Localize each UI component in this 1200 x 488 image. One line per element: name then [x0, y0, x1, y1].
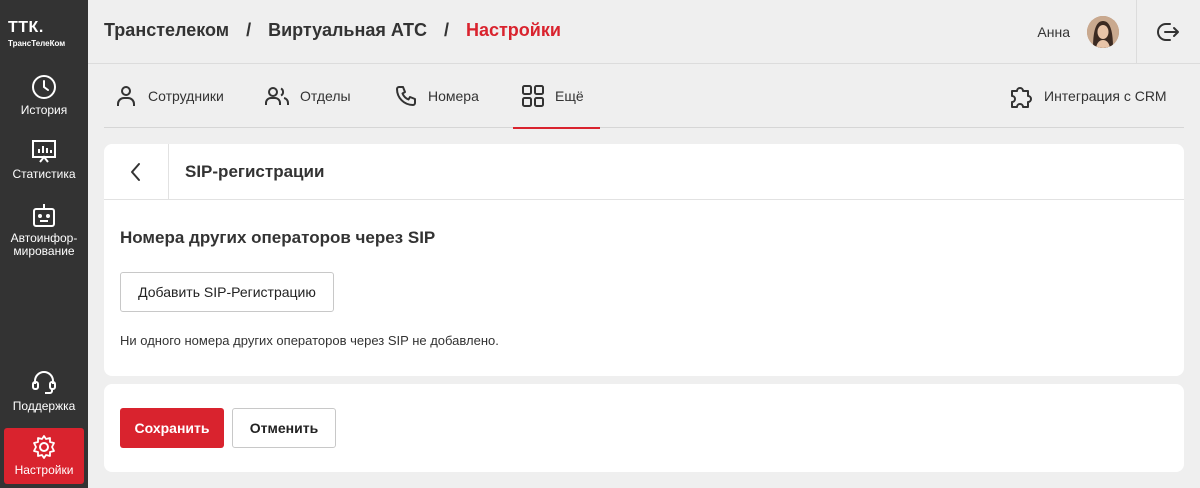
user-icon	[117, 86, 135, 106]
top-header: Транстелеком / Виртуальная АТС / Настрой…	[88, 0, 1200, 64]
robot-icon	[33, 204, 55, 227]
tab-employees[interactable]: Сотрудники	[114, 64, 224, 128]
tab-label: Отделы	[300, 88, 351, 104]
breadcrumb-separator: /	[443, 20, 449, 40]
avatar[interactable]	[1087, 16, 1119, 48]
empty-state-text: Ни одного номера других операторов через…	[120, 333, 499, 348]
sidebar-item-label: Поддержка	[12, 399, 76, 413]
breadcrumb-current: Настройки	[465, 20, 561, 40]
label-line: мирование	[13, 244, 75, 258]
section-title: Номера других операторов через SIP	[120, 228, 436, 247]
label-line: Автоинфор-	[10, 231, 78, 245]
sidebar-item-autoinform[interactable]: Автоинфор- мирование	[4, 202, 84, 258]
sip-registrations-panel: SIP-регистрации Номера других операторов…	[104, 144, 1184, 376]
sidebar-item-settings[interactable]: Настройки	[4, 428, 84, 484]
sidebar: ТТК. ТрансТелеКом История Статистика Авт…	[0, 0, 88, 488]
tab-numbers[interactable]: Номера	[394, 64, 479, 128]
panel-header: SIP-регистрации	[104, 144, 1184, 200]
logo-main-text: ТТК.	[8, 19, 44, 36]
tab-label: Сотрудники	[148, 88, 224, 104]
gear-icon	[33, 435, 55, 459]
logout-icon[interactable]	[1156, 20, 1180, 44]
tab-crm-integration[interactable]: Интеграция с CRM	[1008, 64, 1167, 128]
phone-icon	[396, 86, 416, 106]
users-icon	[265, 87, 289, 105]
breadcrumb-item[interactable]: Виртуальная АТС	[268, 20, 427, 41]
ttk-logo: ТТК. ТрансТелеКом	[8, 20, 82, 49]
add-sip-registration-button[interactable]: Добавить SIP-Регистрацию	[120, 272, 334, 312]
sidebar-item-label: История	[20, 103, 68, 117]
back-button[interactable]	[104, 144, 169, 200]
puzzle-icon	[1011, 87, 1032, 108]
chevron-left-icon	[131, 163, 140, 181]
breadcrumb-separator: /	[246, 20, 252, 40]
sidebar-item-label: Настройки	[14, 463, 74, 477]
actions-panel: Сохранить Отменить	[104, 384, 1184, 472]
breadcrumb-item[interactable]: Транстелеком	[104, 20, 229, 41]
tabs-bar: Сотрудники Отделы Номера Ещё Интеграция …	[104, 64, 1184, 129]
save-button[interactable]: Сохранить	[120, 408, 224, 448]
breadcrumb: Транстелеком / Виртуальная АТС / Настрой…	[104, 20, 561, 41]
clock-icon	[32, 75, 56, 99]
grid-icon	[522, 85, 544, 107]
sidebar-item-label: Автоинфор- мирование	[11, 232, 78, 258]
sidebar-item-support[interactable]: Поддержка	[4, 370, 84, 413]
sidebar-item-statistics[interactable]: Статистика	[4, 138, 84, 181]
user-name[interactable]: Анна	[1037, 24, 1070, 40]
tab-label: Интеграция с CRM	[1044, 88, 1167, 104]
tab-label: Номера	[428, 88, 479, 104]
sidebar-item-label: Статистика	[12, 167, 76, 181]
cancel-button[interactable]: Отменить	[232, 408, 336, 448]
header-divider	[1136, 0, 1137, 64]
tab-departments[interactable]: Отделы	[264, 64, 351, 128]
sidebar-item-history[interactable]: История	[4, 74, 84, 117]
logo-sub-text: ТрансТелеКом	[8, 39, 66, 48]
tab-more[interactable]: Ещё	[513, 64, 600, 129]
panel-title: SIP-регистрации	[185, 162, 325, 181]
chart-icon	[32, 140, 56, 163]
tab-label: Ещё	[555, 88, 584, 104]
headset-icon	[32, 371, 56, 394]
